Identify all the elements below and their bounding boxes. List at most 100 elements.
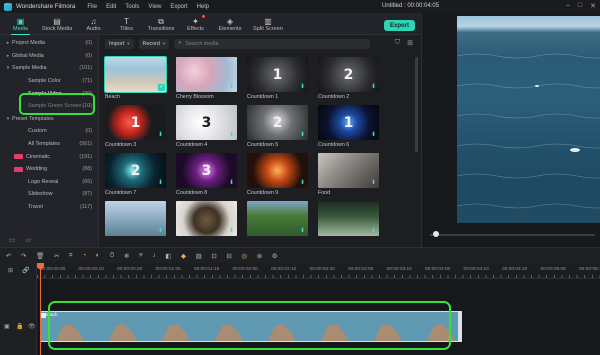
folder-all-templates[interactable]: All Templates (561) [0,138,98,151]
folder-slideshow[interactable]: Slideshow (87) [0,188,98,201]
import-dropdown[interactable]: Import ▾ [105,38,134,49]
tab-split-screen[interactable]: ▥ Split Screen [248,13,288,35]
motion-track-icon[interactable]: ◎ [241,252,247,260]
folder-project-media[interactable]: ▸ Project Media (0) [0,37,98,50]
tab-effects[interactable]: ✦ Effects [179,13,212,35]
media-item[interactable]: ⬇ Cherry Blossom [176,57,237,100]
new-folder-icon[interactable]: ▭ [9,236,16,244]
media-item[interactable]: 2 ⬇ Countdown 5 [247,105,308,148]
download-icon[interactable]: ⬇ [229,84,235,90]
media-item[interactable]: ⬇ [318,201,379,238]
media-item[interactable]: 2 ⬇ Countdown 7 [105,153,166,196]
media-item[interactable]: ⬇ [105,201,166,238]
tab-transitions[interactable]: ⧉ Transitions [143,13,179,35]
preview-seek-bar[interactable] [430,234,595,236]
ruler-marks [37,275,600,278]
clip-trim-handle[interactable] [458,311,462,342]
filter-icon[interactable]: ⛉ [395,39,400,47]
media-item[interactable]: 1 ⬇ Countdown 3 [105,105,166,148]
download-icon[interactable]: ⬇ [158,228,164,234]
speed-icon[interactable]: ◔ [82,252,86,259]
media-item[interactable]: 2 ⬇ Countdown 2 [318,57,379,100]
stabilize-icon[interactable]: ⊡ [211,252,216,260]
audio-icon[interactable]: ♪ [152,252,155,259]
download-icon[interactable]: ⬇ [229,228,235,234]
keyframe-icon[interactable]: ◆ [181,252,186,260]
timeline-settings-icon[interactable]: ⚙ [272,252,278,260]
download-icon[interactable]: ⬇ [229,180,235,186]
delete-icon[interactable]: 🗑 [36,252,44,260]
menu-tools[interactable]: Tools [125,4,139,10]
download-icon[interactable]: ⬇ [300,180,306,186]
lock-icon[interactable]: 🔒 [16,323,23,330]
menu-view[interactable]: View [148,4,161,10]
media-scrollbar[interactable] [415,57,418,152]
media-item[interactable]: 3 ⬇ Countdown 8 [176,153,237,196]
download-icon[interactable]: ⬇ [300,84,306,90]
media-item[interactable]: ⬇ [247,201,308,238]
media-item[interactable]: ⬇ Countdown 9 [247,153,308,196]
download-icon[interactable]: ⬇ [371,180,377,186]
add-track-icon[interactable]: ⊞ [8,267,13,274]
folder-cinematic[interactable]: Cinematic (191) [0,150,98,163]
folder-label: Global Media [12,52,44,59]
ruler-tick-label: 00:00:04:20 [502,267,528,272]
folder-wedding[interactable]: Wedding (88) [0,163,98,176]
menu-edit[interactable]: Edit [106,4,116,10]
delete-folder-icon[interactable]: ▱ [26,236,31,244]
minimize-icon[interactable]: – [566,2,570,10]
menu-export[interactable]: Export [170,4,187,10]
folder-label: Sample Color [28,78,61,85]
download-icon[interactable]: ⬇ [229,132,235,138]
media-item[interactable]: ⬇ [176,201,237,238]
timeline-ruler[interactable]: 00:00:00:00 00:00:00:10 00:00:00:20 00:00:0… [37,263,600,279]
mask-icon[interactable]: ◧ [165,252,171,260]
visibility-icon[interactable]: 👁 [28,323,36,330]
download-icon[interactable]: ⬇ [371,84,377,90]
green-screen-icon[interactable]: ▨ [196,252,202,260]
tab-elements[interactable]: ◈ Elements [212,13,248,35]
export-button[interactable]: Export [384,20,415,31]
tab-media[interactable]: ▣ Media [4,13,37,35]
media-item[interactable]: 1 ⬇ Countdown 1 [247,57,308,100]
download-icon[interactable]: ⬇ [300,132,306,138]
split-icon[interactable]: ⊟ [226,252,231,260]
adjust-icon[interactable]: ≡ [139,252,143,259]
playhead-line[interactable] [40,263,41,355]
download-icon[interactable]: ⬇ [371,132,377,138]
tab-audio[interactable]: ♫ Audio [77,13,110,35]
download-icon[interactable]: ⬇ [158,132,164,138]
duration-icon[interactable]: ⏱ [109,252,114,260]
folder-global-media[interactable]: ▸ Global Media (0) [0,50,98,63]
redo-icon[interactable]: ↷ [21,252,26,260]
seek-knob[interactable] [433,231,439,237]
download-icon[interactable]: ⬇ [300,228,306,234]
link-icon[interactable]: 🔗 [22,267,29,274]
folder-sample-media[interactable]: ▾ Sample Media (101) [0,62,98,75]
media-item[interactable]: 1 ⬇ Countdown 6 [318,105,379,148]
folder-sample-color[interactable]: Sample Color (71) [0,75,98,88]
freeze-icon[interactable]: ❄ [124,252,129,260]
search-input[interactable]: ⌕ Search media [174,38,371,49]
grid-view-icon[interactable]: ⊞ [407,39,413,47]
tab-titles[interactable]: T Titles [110,13,143,35]
folder-logo-reveal[interactable]: Logo Reveal (66) [0,176,98,189]
media-item[interactable]: ⬇ Food [318,153,379,196]
maximize-icon[interactable]: □ [578,2,582,10]
download-icon[interactable]: ⬇ [371,228,377,234]
color-icon[interactable]: ◐ [96,252,100,259]
folder-custom[interactable]: Custom (0) [0,125,98,138]
menu-file[interactable]: File [87,4,97,10]
close-icon[interactable]: ✕ [590,2,596,10]
detach-audio-icon[interactable]: ⊕ [257,252,262,260]
download-icon[interactable]: ⬇ [158,180,164,186]
media-item[interactable]: 3 ⬇ Countdown 4 [176,105,237,148]
record-dropdown[interactable]: Record ▾ [138,38,170,49]
tab-stock-media[interactable]: ▤ Stock Media [37,13,77,35]
crop-icon[interactable]: ⌗ [69,252,73,260]
media-item[interactable]: ✓ Beach [104,56,167,100]
cut-icon[interactable]: ✂ [54,252,59,260]
menu-help[interactable]: Help [197,4,209,10]
folder-travel[interactable]: Travel (117) [0,201,98,214]
undo-icon[interactable]: ↶ [6,252,11,260]
